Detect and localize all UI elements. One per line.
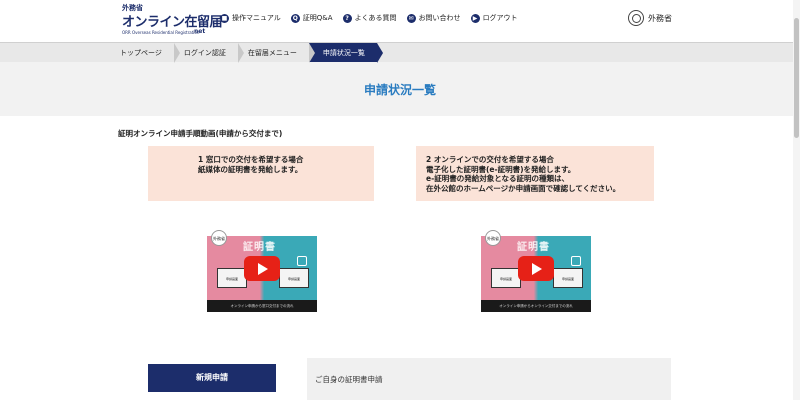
- breadcrumb: トップページ ログイン認証 在留届メニュー 申請状況一覧: [0, 42, 800, 63]
- question-icon: ?: [342, 13, 352, 23]
- nav-logout-label: ログアウト: [482, 14, 518, 22]
- logo-sub-text: ORR Overseas Residential Registration: [122, 30, 200, 35]
- breadcrumb-current: 申請状況一覧: [308, 43, 383, 63]
- breadcrumb-menu[interactable]: 在留届メニュー: [237, 43, 315, 63]
- counter-delivery-card: 1 窓口での交付を希望する場合 紙媒体の証明書を発給します。: [148, 146, 374, 201]
- envelope-icon: [297, 256, 307, 266]
- card-line: 紙媒体の証明書を発給します。: [198, 164, 303, 174]
- card-line: e-証明書の発給対象となる証明の種類は、: [426, 174, 569, 183]
- laptop-icon: 申請画面: [491, 268, 521, 288]
- qa-icon: Q: [290, 13, 300, 23]
- play-button-icon[interactable]: [244, 256, 280, 281]
- page-scrollbar[interactable]: [793, 0, 800, 400]
- header-nav: ■ 操作マニュアル Q 証明Q&A ? よくある質問 ✉ お問い合わせ ▶ ログ…: [220, 13, 518, 23]
- site-header: 外務省 オンライン在留届 ORR Overseas Residential Re…: [0, 0, 800, 42]
- card-line: 在外公館のホームページか申請画面で確認してください。: [426, 183, 621, 193]
- mofa-badge-icon: 外務省: [485, 230, 501, 246]
- logo-main-text: オンライン在留届: [122, 15, 223, 30]
- new-application-description: ご自身の証明書申請: [307, 358, 671, 400]
- breadcrumb-login[interactable]: ログイン認証: [173, 43, 244, 63]
- new-application-button[interactable]: 新規申請: [148, 364, 276, 392]
- scrollbar-thumb[interactable]: [794, 18, 799, 138]
- card-line: 電子化した証明書(e-証明書)を発給します。: [426, 164, 576, 174]
- breadcrumb-top[interactable]: トップページ: [110, 43, 180, 63]
- nav-logout-link[interactable]: ▶ ログアウト: [470, 13, 518, 23]
- video-online-delivery[interactable]: 外務省 証明書 申請画面 申請画面 オンライン申請からオンライン交付までの流れ: [481, 224, 591, 312]
- online-delivery-card: 2 オンラインでの交付を希望する場合 電子化した証明書(e-証明書)を発給します…: [416, 146, 654, 201]
- mofa-link[interactable]: 外務省: [628, 10, 672, 26]
- nav-faq-link[interactable]: ? よくある質問: [342, 13, 397, 23]
- mofa-label: 外務省: [648, 13, 672, 23]
- title-band: 申請状況一覧: [0, 62, 800, 116]
- envelope-icon: [571, 256, 581, 266]
- video-caption: オンライン申請からオンライン交付までの流れ: [481, 300, 591, 312]
- mofa-badge-icon: 外務省: [211, 230, 227, 246]
- logo-net-text: net: [194, 28, 206, 35]
- book-icon: ■: [220, 13, 229, 23]
- laptop-icon: 申請画面: [553, 268, 583, 288]
- nav-faq-label: よくある質問: [354, 14, 397, 22]
- play-button-icon[interactable]: [518, 256, 554, 281]
- page-title: 申請状況一覧: [363, 83, 436, 97]
- laptop-icon: 申請画面: [217, 268, 247, 288]
- mail-icon: ✉: [406, 13, 416, 23]
- video-title-text: 証明書: [243, 242, 276, 253]
- nav-contact-link[interactable]: ✉ お問い合わせ: [406, 13, 461, 23]
- nav-manual-label: 操作マニュアル: [232, 14, 281, 22]
- nav-manual-link[interactable]: ■ 操作マニュアル: [220, 13, 281, 23]
- section-heading: 証明オンライン申請手順動画(申請から交付まで): [118, 129, 283, 138]
- site-logo[interactable]: 外務省 オンライン在留届 ORR Overseas Residential Re…: [122, 3, 223, 37]
- nav-qa-link[interactable]: Q 証明Q&A: [290, 13, 333, 23]
- nav-contact-label: お問い合わせ: [418, 14, 461, 22]
- video-title-text: 証明書: [517, 242, 550, 253]
- nav-qa-label: 証明Q&A: [302, 14, 333, 22]
- video-counter-delivery[interactable]: 外務省 証明書 申請画面 申請画面 オンライン申請から窓口交付までの流れ: [207, 224, 317, 312]
- card-line: 1 窓口での交付を希望する場合: [198, 155, 304, 164]
- mofa-emblem-icon: [628, 10, 644, 26]
- logout-icon: ▶: [470, 13, 480, 23]
- video-caption: オンライン申請から窓口交付までの流れ: [207, 300, 317, 312]
- laptop-icon: 申請画面: [279, 268, 309, 288]
- card-line: 2 オンラインでの交付を希望する場合: [426, 155, 554, 164]
